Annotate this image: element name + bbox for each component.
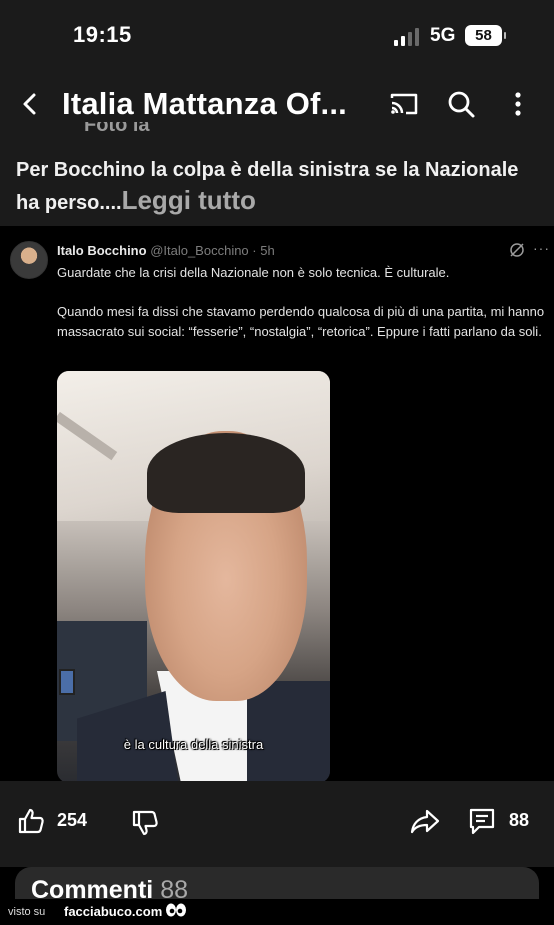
comment-icon[interactable] [468, 807, 496, 835]
page-title: Italia Mattanza Of... [62, 86, 347, 121]
search-icon[interactable] [446, 89, 476, 119]
network-type: 5G [430, 25, 456, 46]
watermark-prefix: visto su [8, 906, 46, 918]
tweet-header: Italo Bocchino @Italo_Bocchino · 5h [57, 243, 275, 258]
eyes-icon [166, 903, 186, 917]
tweet-paragraph-1: Guardate che la crisi della Nazionale no… [57, 265, 450, 280]
comment-count: 88 [509, 810, 530, 830]
dislike-icon[interactable] [131, 809, 159, 837]
avatar[interactable] [10, 241, 48, 279]
video-caption: è la cultura della sinistra [123, 737, 264, 752]
status-bar: 19:15 5G 58 [0, 0, 554, 72]
embedded-tweet: Italo Bocchino @Italo_Bocchino · 5h ··· … [0, 226, 554, 783]
tweet-more-button[interactable]: ··· [533, 240, 550, 256]
post-header-area: 19:15 5G 58 Italia Mattanza Of... Foto l… [0, 0, 554, 226]
tweet-author[interactable]: Italo Bocchino [57, 243, 147, 258]
watermark-site: facciabuco.com [64, 904, 163, 919]
post-actions-bar: 254 88 [0, 781, 554, 867]
battery-icon: 58 [465, 25, 506, 46]
tweet-paragraph-2: Quando mesi fa dissi che stavamo perdend… [57, 304, 545, 339]
share-icon[interactable] [410, 807, 440, 835]
post-body: Per Bocchino la colpa è della sinistra s… [16, 155, 536, 218]
cast-icon[interactable] [388, 90, 420, 118]
like-count: 254 [57, 810, 88, 830]
grok-icon[interactable] [509, 242, 525, 258]
tweet-video[interactable]: è la cultura della sinistra [57, 371, 330, 783]
watermark: visto su facciabuco.com [0, 899, 554, 925]
signal-icon [394, 28, 419, 46]
more-icon[interactable] [504, 90, 532, 118]
back-icon[interactable] [16, 90, 44, 118]
status-time: 19:15 [73, 22, 132, 47]
like-icon[interactable] [17, 807, 45, 835]
scrolled-header-text: Foto la [84, 122, 150, 135]
tweet-time: · 5h [252, 243, 275, 258]
read-more-link[interactable]: Leggi tutto [122, 185, 256, 215]
tweet-handle: @Italo_Bocchino [150, 243, 249, 258]
post-text: Per Bocchino la colpa è della sinistra s… [16, 159, 519, 214]
